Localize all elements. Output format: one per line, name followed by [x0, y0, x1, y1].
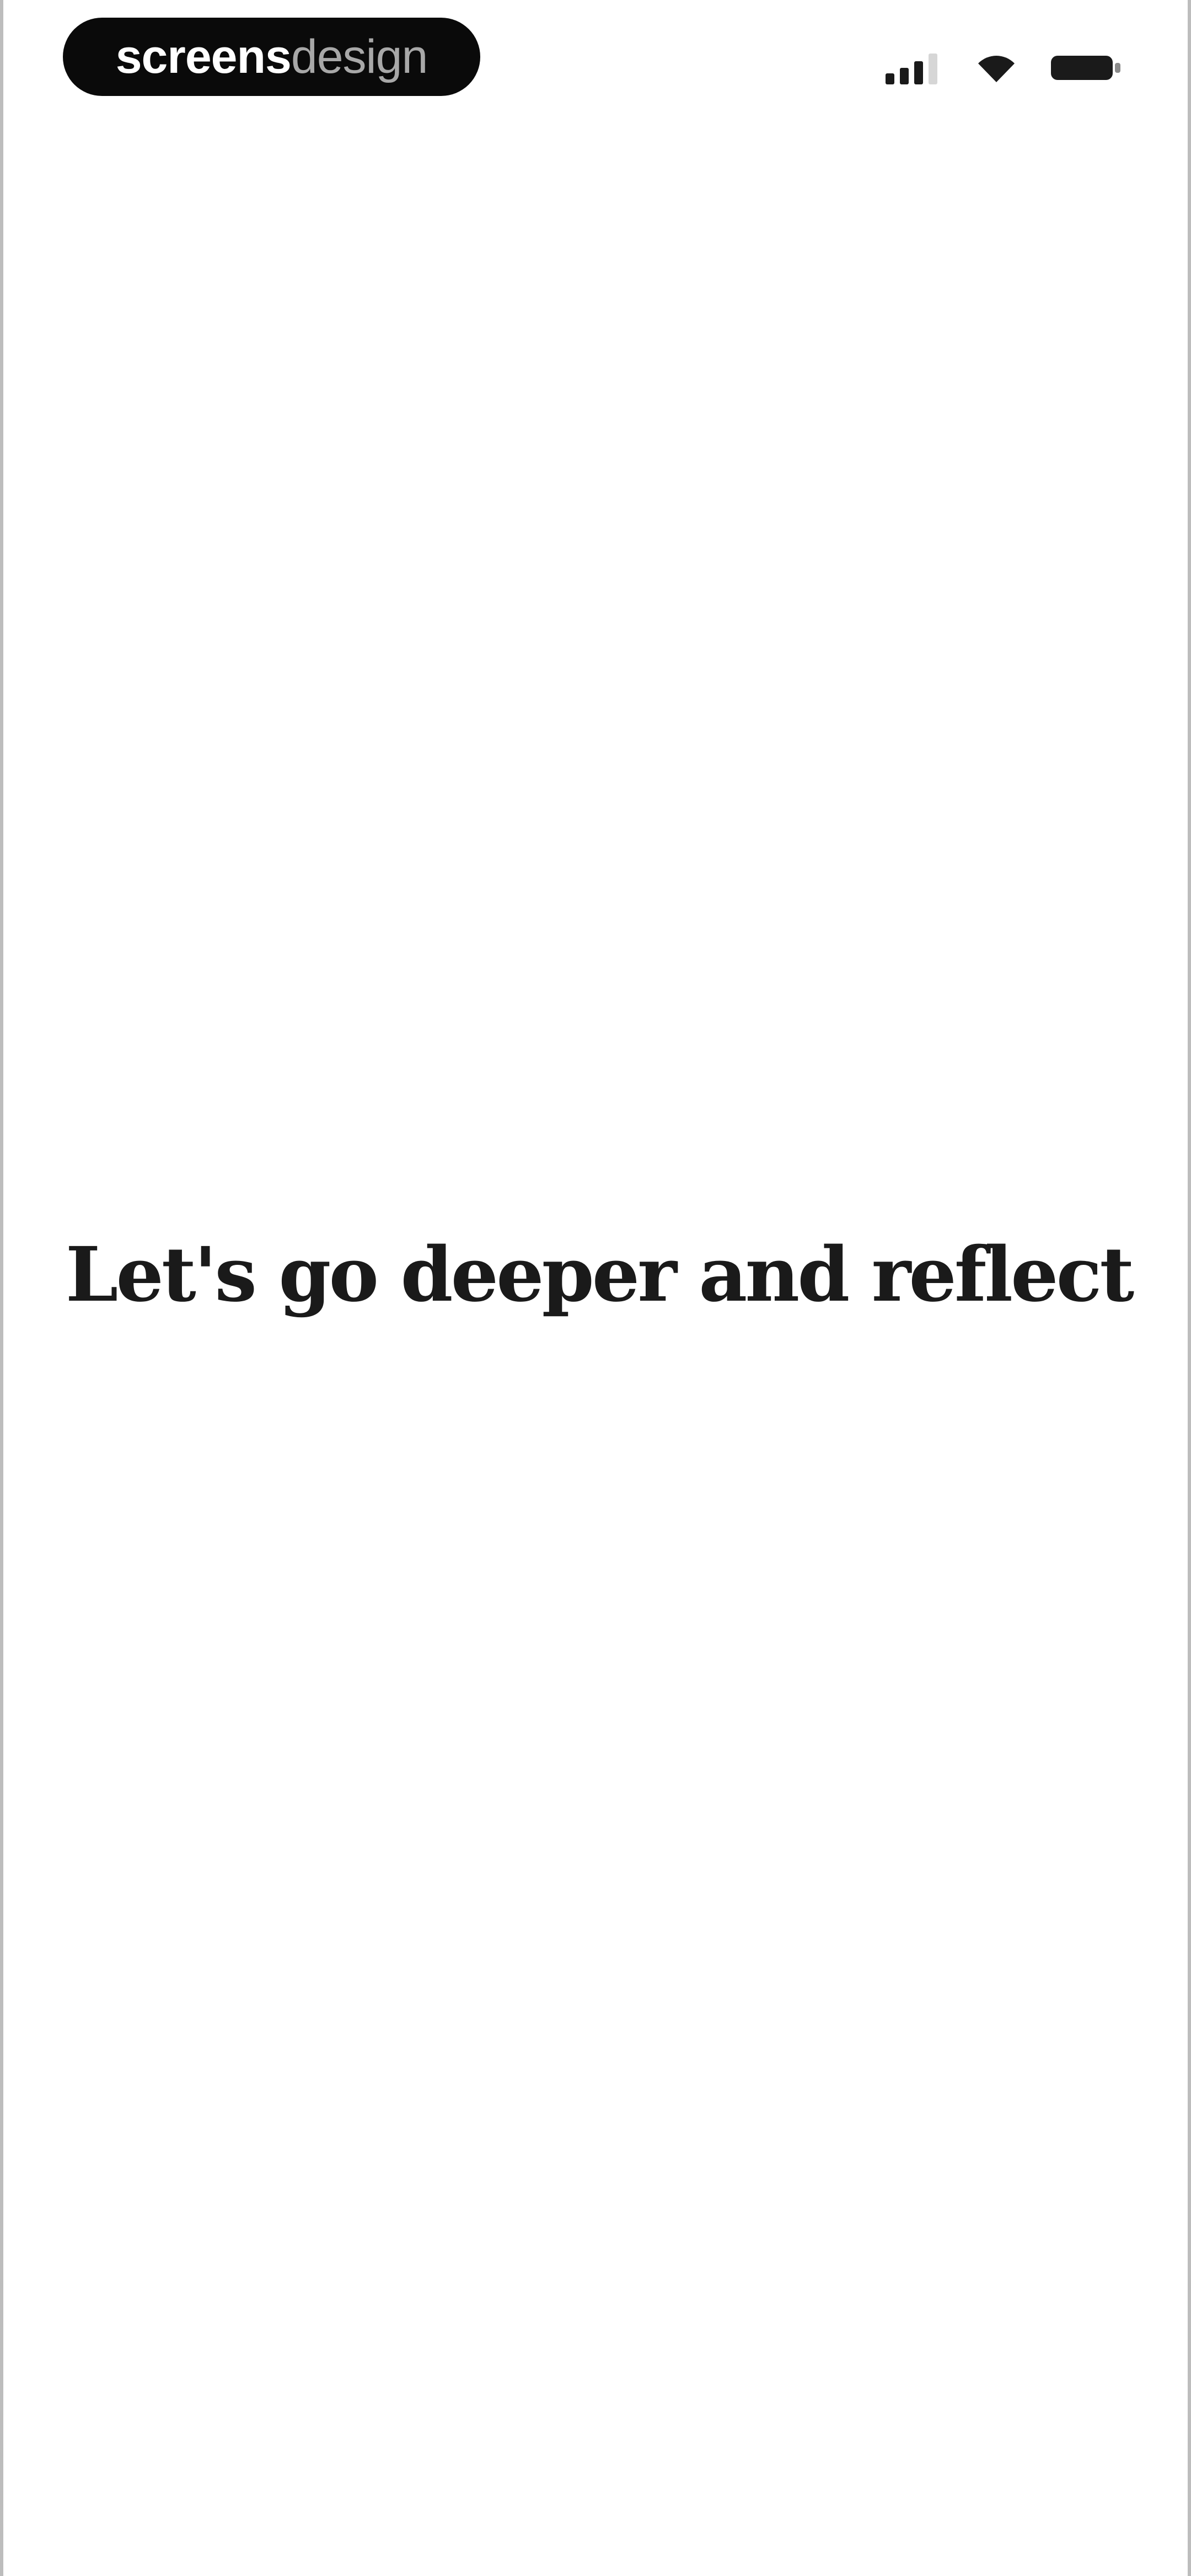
cellular-signal-icon	[886, 51, 943, 84]
status-bar: screensdesign	[3, 0, 1191, 127]
brand-logo-strong: screens	[115, 30, 292, 83]
screen: screensdesign Let's go deeper and reflec…	[0, 0, 1191, 2576]
brand-logo: screensdesign	[116, 33, 428, 81]
brand-badge: screensdesign	[63, 18, 480, 96]
brand-logo-light: design	[291, 30, 428, 83]
wifi-icon	[976, 52, 1017, 83]
battery-icon	[1050, 52, 1123, 83]
status-icons	[886, 49, 1123, 87]
page-title: Let's go deeper and reflect	[65, 1231, 1134, 1319]
